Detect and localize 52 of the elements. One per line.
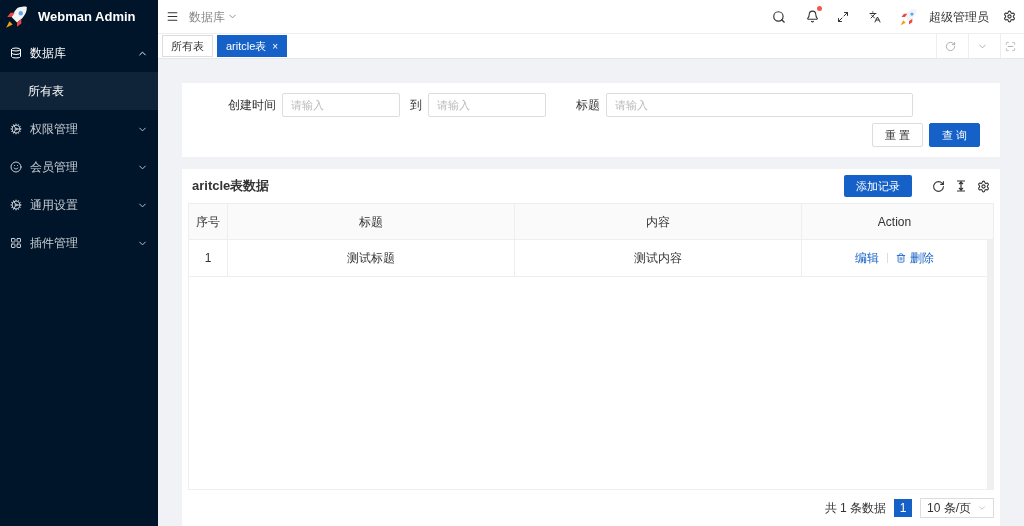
page-button[interactable]: 1 (894, 499, 912, 517)
translate-icon[interactable] (869, 10, 881, 23)
text-field[interactable]: 请输入 (606, 93, 913, 117)
settings-icon[interactable] (1003, 10, 1016, 23)
table-title: aritcle表数据 (192, 177, 271, 196)
sidebar-subitem[interactable]: 所有表 (0, 72, 158, 110)
bell-icon[interactable] (806, 10, 819, 23)
trash-icon (896, 253, 906, 263)
reset-button[interactable]: 重 置 (871, 123, 923, 147)
column-header: Action (801, 204, 987, 239)
sidebar-item[interactable]: 数据库 (0, 34, 158, 72)
total-count: 共 1 条数据 (824, 500, 886, 517)
table-cell: 测试标题 (227, 240, 514, 276)
field-label: 标题 (576, 97, 600, 114)
tab[interactable]: aritcle表 × (217, 35, 288, 57)
logo-icon (4, 4, 30, 30)
column-header: 序号 (195, 213, 221, 231)
delete-link[interactable]: 删除 (896, 249, 934, 267)
app-title: Webman Admin (38, 8, 136, 27)
field-label: 到 (410, 97, 422, 114)
sidebar-item[interactable]: 会员管理 (0, 148, 158, 186)
column-header: 标题 (227, 204, 514, 239)
page-size-select[interactable]: 10 条/页 (920, 498, 994, 518)
tab[interactable]: 所有表 (162, 35, 213, 57)
search-button[interactable]: 查 询 (928, 123, 980, 147)
text-field[interactable]: 请输入 (282, 93, 400, 117)
field-label: 创建时间 (227, 97, 276, 114)
sidebar-item[interactable]: 权限管理 (0, 110, 158, 148)
smiley-icon (10, 161, 22, 173)
settings-icon[interactable] (977, 179, 990, 193)
sidebar-item[interactable]: 插件管理 (0, 224, 158, 262)
breadcrumb[interactable]: 数据库 (189, 7, 238, 26)
edit-link[interactable]: 编辑 (855, 249, 879, 267)
caret-icon (977, 503, 987, 513)
table-cell-text: 1 (203, 250, 213, 267)
fullscreen-icon[interactable] (837, 10, 849, 23)
grid-icon (10, 237, 22, 249)
sidebar-item[interactable]: 通用设置 (0, 186, 158, 224)
row-height-icon[interactable] (955, 180, 967, 192)
gear-icon (10, 123, 22, 135)
column-header: 内容 (514, 204, 801, 239)
table-cell: 测试内容 (514, 240, 801, 276)
add-button[interactable]: 添加记录 (844, 175, 912, 197)
close-button[interactable]: × (272, 38, 279, 54)
avatar-icon (899, 6, 919, 27)
menu-icon[interactable] (166, 10, 179, 23)
text-field[interactable]: 请输入 (428, 93, 546, 117)
user-name[interactable]: 超级管理员 (929, 7, 989, 26)
database-icon (10, 47, 22, 59)
gear-icon (10, 199, 22, 211)
refresh-icon[interactable] (932, 179, 945, 193)
search-icon[interactable] (772, 9, 786, 24)
